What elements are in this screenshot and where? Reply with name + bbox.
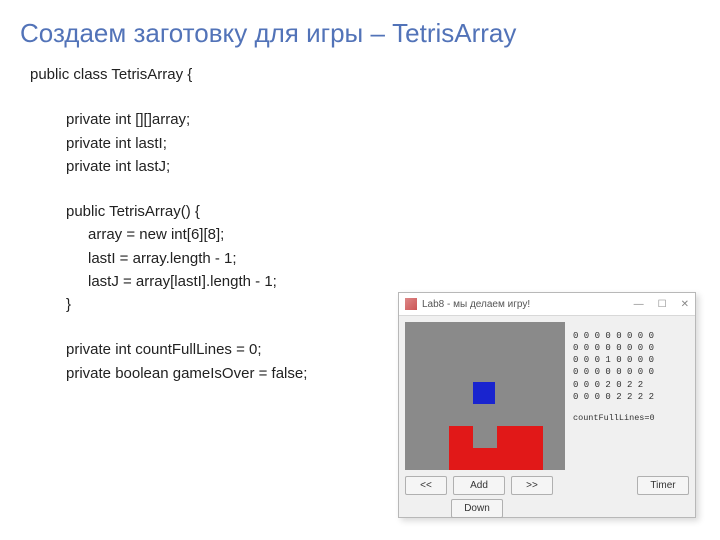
grid-row: 0 0 0 2 0 2 2 xyxy=(573,379,689,391)
code-line: private int lastI; xyxy=(30,132,720,155)
maximize-button[interactable]: ☐ xyxy=(658,299,667,310)
grid-row: 0 0 0 0 0 0 0 0 xyxy=(573,342,689,354)
close-button[interactable]: ✕ xyxy=(681,299,689,310)
red-block xyxy=(449,426,473,470)
timer-button[interactable]: Timer xyxy=(637,476,689,495)
red-block xyxy=(497,426,543,470)
slide-title: Создаем заготовку для игры – TetrisArray xyxy=(0,0,720,63)
red-block xyxy=(473,448,497,470)
game-window: Lab8 - мы делаем игру! — ☐ ✕ 0 0 0 0 0 0… xyxy=(398,292,696,518)
grid-row: 0 0 0 1 0 0 0 0 xyxy=(573,354,689,366)
titlebar: Lab8 - мы делаем игру! — ☐ ✕ xyxy=(399,293,695,316)
down-button[interactable]: Down xyxy=(451,499,503,518)
prev-button[interactable]: << xyxy=(405,476,447,495)
blue-block xyxy=(473,382,495,404)
code-line: lastJ = array[lastI].length - 1; xyxy=(30,270,720,293)
next-button[interactable]: >> xyxy=(511,476,553,495)
minimize-button[interactable]: — xyxy=(634,299,644,310)
app-icon xyxy=(405,298,417,310)
play-area xyxy=(405,322,565,470)
code-line: array = new int[6][8]; xyxy=(30,223,720,246)
grid-row: 0 0 0 0 2 2 2 2 xyxy=(573,391,689,403)
count-full-lines: countFullLines=0 xyxy=(573,413,689,424)
grid-readout: 0 0 0 0 0 0 0 0 0 0 0 0 0 0 0 0 0 0 0 1 … xyxy=(573,322,689,470)
window-title: Lab8 - мы делаем игру! xyxy=(422,299,634,310)
code-line: lastI = array.length - 1; xyxy=(30,247,720,270)
grid-row: 0 0 0 0 0 0 0 0 xyxy=(573,330,689,342)
code-line: public class TetrisArray { xyxy=(30,63,720,86)
add-button[interactable]: Add xyxy=(453,476,505,495)
code-line: private int lastJ; xyxy=(30,155,720,178)
code-line: private int [][]array; xyxy=(30,108,720,131)
code-line: public TetrisArray() { xyxy=(30,200,720,223)
grid-row: 0 0 0 0 0 0 0 0 xyxy=(573,366,689,378)
